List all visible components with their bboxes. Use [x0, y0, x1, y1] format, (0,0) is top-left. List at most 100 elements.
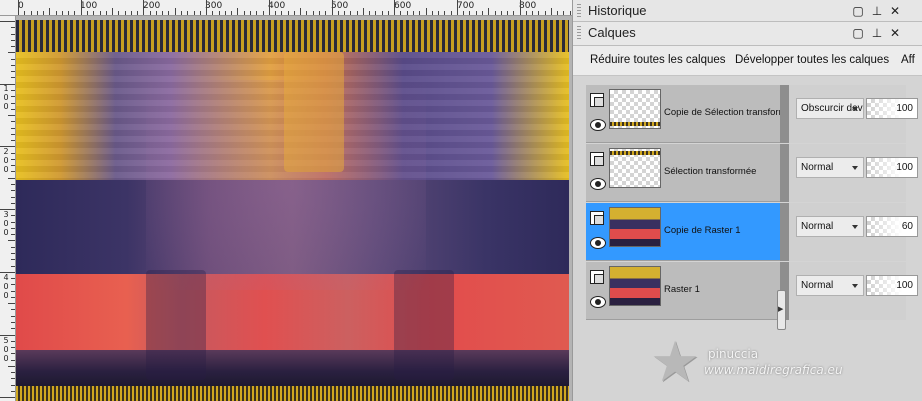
ruler-tick: [112, 8, 114, 15]
more-options-button[interactable]: Aff: [901, 54, 915, 66]
ruler-tick: [11, 359, 15, 361]
layers-panel-header[interactable]: Calques ▢ ⊥ ✕: [573, 22, 922, 46]
ruler-tick: [11, 384, 15, 386]
ruler-tick: [481, 11, 483, 15]
ruler-tick: [381, 11, 383, 15]
layer-info[interactable]: Sélection transformée: [586, 144, 780, 202]
ruler-tick: [0, 83, 15, 85]
close-icon[interactable]: ✕: [888, 26, 902, 40]
ruler-tick: [11, 58, 15, 60]
ruler-tick: [11, 108, 15, 110]
ruler-tick: [118, 11, 120, 15]
art-glow: [284, 52, 344, 172]
ruler-tick: [181, 11, 183, 15]
layer-name: Copie de Sélection transformée: [664, 107, 780, 118]
ruler-tick: [231, 11, 233, 15]
canvas-area[interactable]: 0 100 200 300 400 500 600 700 800 1 0 0 …: [0, 0, 572, 401]
layer-thumbnail: [609, 148, 661, 188]
ruler-tick: [137, 11, 139, 15]
ruler-tick: [11, 46, 15, 48]
pin-icon[interactable]: ⊥: [870, 26, 884, 40]
blend-mode-dropdown[interactable]: Obscurcir davantage: [796, 98, 864, 119]
layer-row[interactable]: Sélection transformée Normal 100: [586, 144, 918, 202]
ruler-tick: [11, 265, 15, 267]
grip-icon[interactable]: [577, 4, 581, 18]
ruler-tick: [11, 290, 15, 292]
ruler-tick: [93, 11, 95, 15]
blend-mode-dropdown[interactable]: Normal: [796, 216, 864, 237]
eye-icon[interactable]: [590, 237, 606, 249]
ruler-tick: [243, 11, 245, 15]
ruler-label: 5 0 0: [3, 336, 9, 363]
opacity-field[interactable]: 100: [866, 157, 918, 178]
ruler-tick: [293, 11, 295, 15]
ruler-tick: [199, 11, 201, 15]
eye-icon[interactable]: [590, 119, 606, 131]
ruler-tick: [8, 115, 15, 117]
ruler-tick: [362, 8, 364, 15]
opacity-field[interactable]: 60: [866, 216, 918, 237]
ruler-label: 2 0 0: [3, 147, 9, 174]
ruler-tick: [0, 334, 15, 336]
ruler-tick: [168, 11, 170, 15]
art-bottom-stripes: [16, 386, 569, 401]
maximize-icon[interactable]: ▢: [851, 4, 865, 18]
ruler-tick: [538, 11, 540, 15]
ruler-tick: [86, 11, 88, 15]
layer-row[interactable]: Raster 1 Normal 100: [586, 262, 918, 320]
layer-info[interactable]: Raster 1: [586, 262, 780, 320]
blend-mode-dropdown[interactable]: Normal: [796, 275, 864, 296]
ruler-tick: [11, 259, 15, 261]
ruler-tick: [55, 11, 57, 15]
scrollbar-track[interactable]: [780, 85, 789, 143]
ruler-tick: [68, 11, 70, 15]
scroll-arrow-icon[interactable]: ▶: [778, 305, 783, 313]
grip-icon[interactable]: [577, 26, 581, 40]
eye-icon[interactable]: [590, 178, 606, 190]
layer-info[interactable]: Copie de Sélection transformée: [586, 85, 780, 143]
close-icon[interactable]: ✕: [888, 4, 902, 18]
pin-icon[interactable]: ⊥: [870, 4, 884, 18]
ruler-tick: [11, 252, 15, 254]
ruler-tick: [11, 96, 15, 98]
layer-row[interactable]: Copie de Sélection transformée Obscurcir…: [586, 85, 918, 143]
ruler-tick: [312, 11, 314, 15]
ruler-tick: [275, 11, 277, 15]
ruler-tick: [11, 321, 15, 323]
thumbnail-stripe: [610, 122, 660, 126]
ruler-tick: [11, 121, 15, 123]
history-panel-header[interactable]: Historique ▢ ⊥ ✕: [573, 0, 922, 22]
ruler-tick: [331, 0, 333, 15]
ruler-tick: [11, 190, 15, 192]
layers-panel-title: Calques: [588, 25, 636, 40]
ruler-tick: [419, 11, 421, 15]
layer-row-selected[interactable]: Copie de Raster 1 Normal 60: [586, 203, 918, 261]
ruler-label: 600: [394, 1, 412, 11]
ruler-label: 400: [268, 1, 286, 11]
ruler-tick: [0, 271, 15, 273]
ruler-tick: [563, 11, 565, 15]
scrollbar-track[interactable]: [780, 203, 789, 261]
ruler-tick: [450, 11, 452, 15]
expand-all-layers-button[interactable]: Développer toutes les calques: [735, 54, 889, 66]
opacity-field[interactable]: 100: [866, 275, 918, 296]
ruler-tick: [444, 11, 446, 15]
ruler-tick: [375, 11, 377, 15]
ruler-tick: [249, 11, 251, 15]
art-top-stripes: [16, 20, 569, 52]
scrollbar-track[interactable]: [780, 144, 789, 202]
ruler-tick: [387, 11, 389, 15]
eye-icon[interactable]: [590, 296, 606, 308]
ruler-tick: [287, 11, 289, 15]
collapse-all-layers-button[interactable]: Réduire toutes les calques: [590, 54, 726, 66]
maximize-icon[interactable]: ▢: [851, 26, 865, 40]
ruler-tick: [525, 11, 527, 15]
ruler-tick: [268, 0, 270, 15]
canvas-artwork[interactable]: [16, 20, 569, 401]
ruler-tick: [11, 64, 15, 66]
blend-mode-dropdown[interactable]: Normal: [796, 157, 864, 178]
ruler-tick: [206, 0, 208, 15]
opacity-field[interactable]: 100: [866, 98, 918, 119]
ruler-tick: [300, 8, 302, 15]
layer-info[interactable]: Copie de Raster 1: [586, 203, 780, 261]
